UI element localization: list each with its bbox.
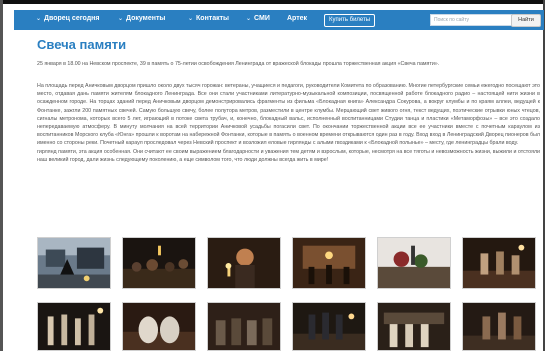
- main-navbar: ⌄ Дворец сегодня ⌄ Документы ⌄ Контакты …: [14, 10, 544, 30]
- article-body: На площадь перед Аничковым дворцом пришл…: [37, 82, 540, 164]
- photo-ceremony-stage-image: [293, 238, 365, 288]
- gallery-thumbnail[interactable]: [122, 237, 196, 289]
- gallery-thumbnail[interactable]: [462, 302, 536, 351]
- photo-stage-group-image: [208, 303, 280, 350]
- photo-night-performers-image: [463, 238, 535, 288]
- window-left-edge: [0, 0, 3, 351]
- window-top-edge: [0, 0, 545, 4]
- article-paragraph: На площадь перед Аничковым дворцом пришл…: [37, 83, 540, 147]
- nav-item-artek[interactable]: Артек: [287, 15, 307, 22]
- article-paragraph: гирлянд памяти, эта акция особенная. Они…: [37, 148, 540, 163]
- gallery-thumbnail[interactable]: [292, 237, 366, 289]
- page-title: Свеча памяти: [37, 37, 127, 52]
- photo-dancers-image: [123, 303, 195, 350]
- chevron-down-icon: ⌄: [188, 16, 194, 22]
- gallery-thumbnail[interactable]: [292, 302, 366, 351]
- search-input[interactable]: Поиск по сайту: [430, 14, 512, 26]
- nav-item-label: Контакты: [196, 15, 230, 22]
- nav-item-label: Артек: [287, 15, 308, 22]
- chevron-down-icon: ⌄: [118, 16, 124, 22]
- search-button[interactable]: Найти: [511, 14, 541, 27]
- photo-flowers-wreath-image: [378, 238, 450, 288]
- nav-item-documents[interactable]: ⌄ Документы: [118, 15, 165, 22]
- gallery-thumbnail[interactable]: [122, 302, 196, 351]
- gallery-thumbnail[interactable]: [207, 237, 281, 289]
- nav-item-label: Документы: [126, 15, 166, 22]
- nav-item-contacts[interactable]: ⌄ Контакты: [188, 15, 229, 22]
- gallery-thumbnail[interactable]: [462, 237, 536, 289]
- nav-item-label: Дворец сегодня: [44, 15, 100, 22]
- gallery-thumbnail[interactable]: [207, 302, 281, 351]
- photo-candle-speaker-image: [208, 238, 280, 288]
- gallery-thumbnail[interactable]: [377, 237, 451, 289]
- nav-item-media[interactable]: ⌄ СМИ: [246, 15, 270, 22]
- photo-performers-lights-image: [38, 303, 110, 350]
- photo-honor-guard-image: [293, 303, 365, 350]
- chevron-down-icon: ⌄: [246, 16, 252, 22]
- gallery-thumbnail[interactable]: [37, 237, 111, 289]
- chevron-down-icon: ⌄: [36, 16, 42, 22]
- buy-tickets-button[interactable]: Купить билеты: [324, 14, 376, 27]
- nav-item-palace-today[interactable]: ⌄ Дворец сегодня: [36, 15, 99, 22]
- photo-gallery-row-1: [37, 237, 545, 289]
- photo-crowd-night-image: [123, 238, 195, 288]
- nav-item-label: СМИ: [254, 15, 270, 22]
- photo-final-scene-image: [463, 303, 535, 350]
- article-lead: 25 января в 18.00 на Невском проспекте, …: [37, 61, 440, 67]
- gallery-thumbnail[interactable]: [377, 302, 451, 351]
- photo-gallery-row-2: [37, 302, 545, 351]
- gallery-thumbnail[interactable]: [37, 302, 111, 351]
- photo-choir-image: [378, 303, 450, 350]
- photo-candles-courtyard-image: [38, 238, 110, 288]
